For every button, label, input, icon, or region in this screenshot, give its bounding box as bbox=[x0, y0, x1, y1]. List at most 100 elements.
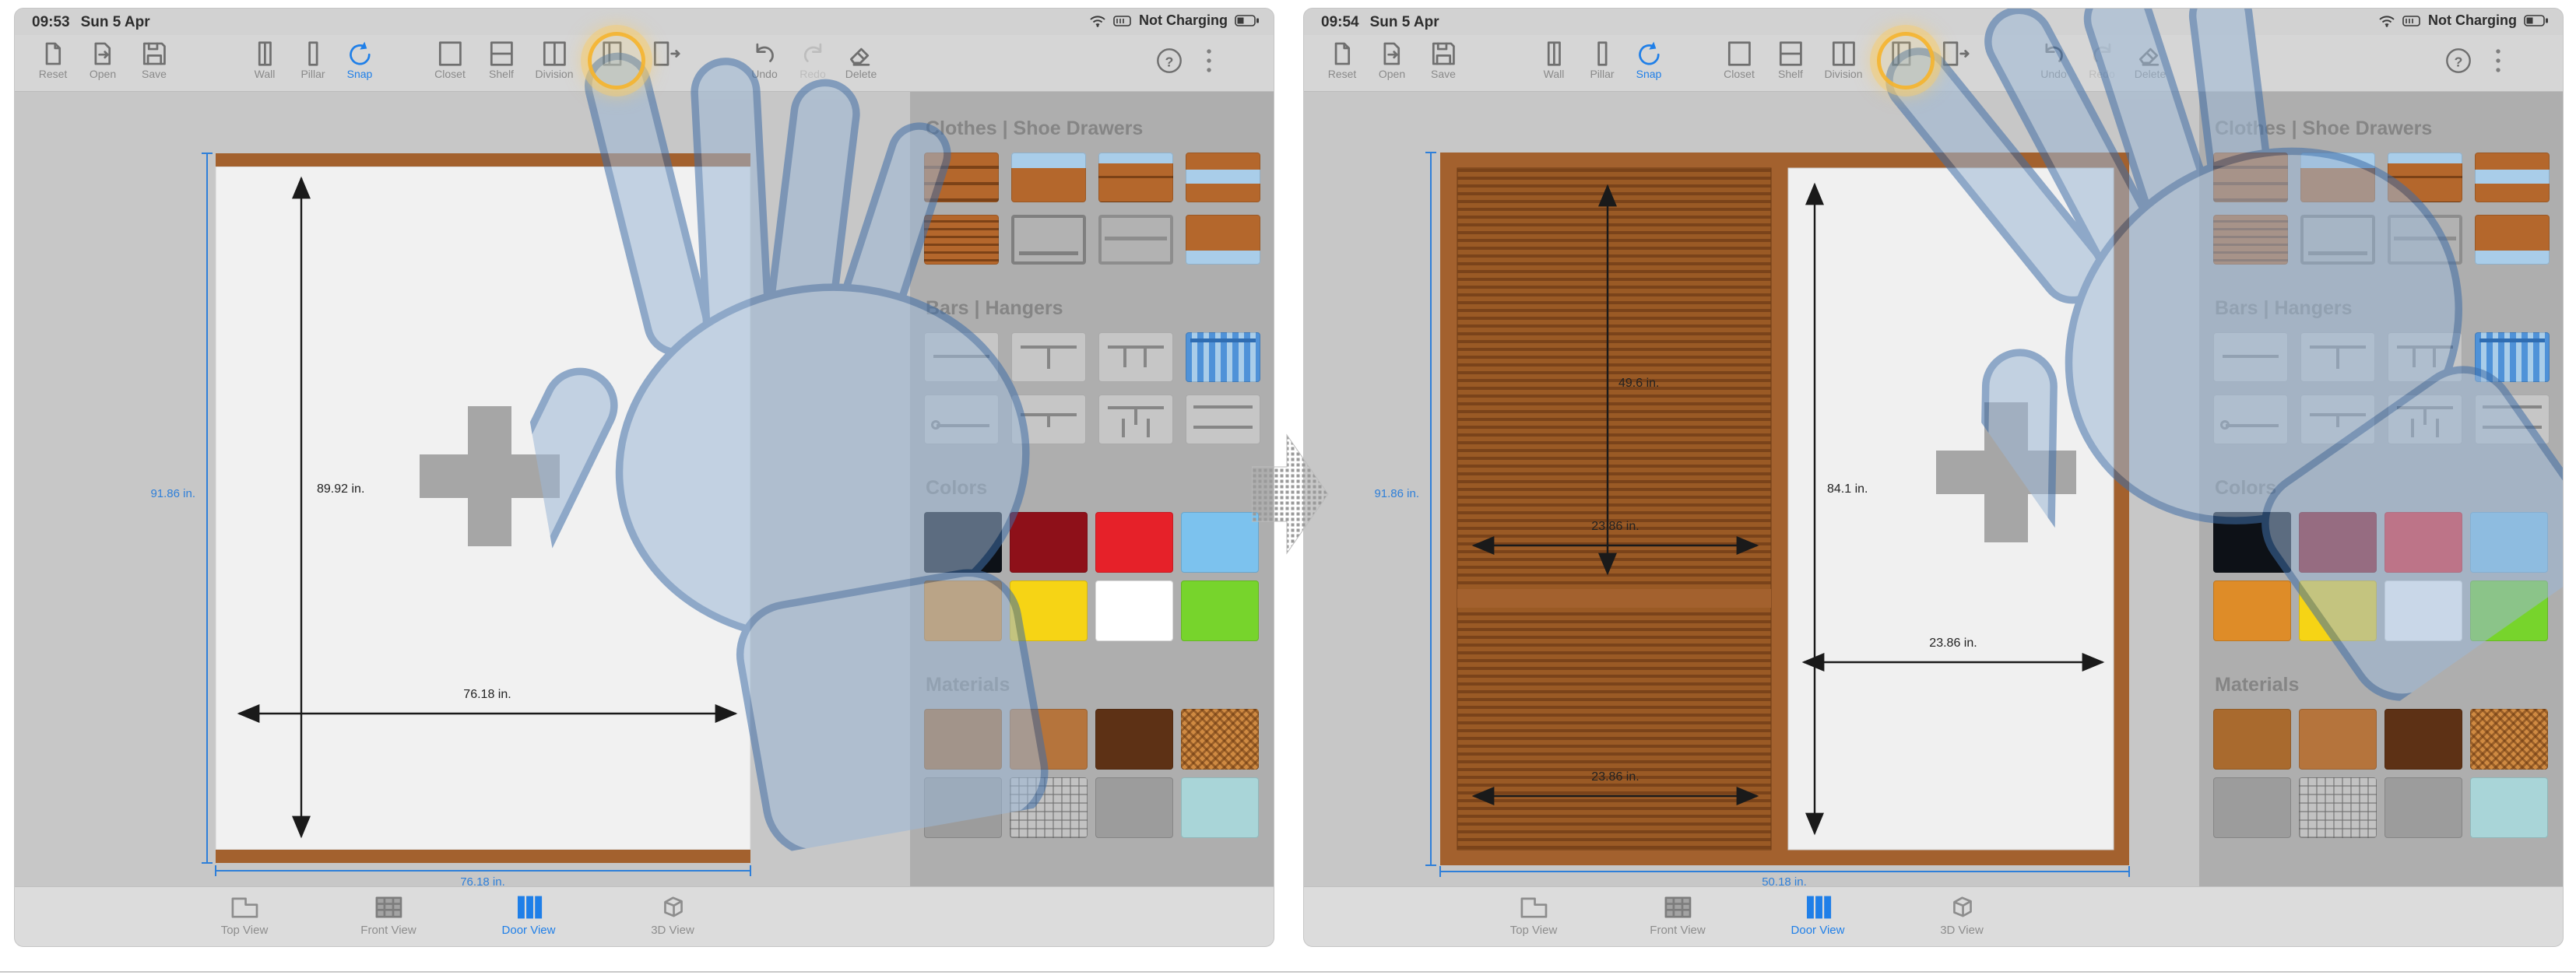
material-wood-medium[interactable] bbox=[2213, 709, 2291, 770]
reset-button[interactable]: Reset bbox=[26, 39, 80, 80]
bar-low[interactable] bbox=[2300, 395, 2375, 444]
rail-blue[interactable] bbox=[1186, 332, 1260, 382]
drawer-blue-bottom[interactable] bbox=[1186, 215, 1260, 265]
snap-button[interactable]: Snap bbox=[332, 39, 387, 80]
material-wood-dark[interactable] bbox=[1095, 709, 1173, 770]
rail-double[interactable] bbox=[2475, 395, 2550, 444]
redo-button[interactable]: Redo bbox=[2075, 39, 2129, 80]
more-button[interactable] bbox=[1193, 46, 1225, 79]
closet-open-section[interactable] bbox=[1788, 168, 2114, 850]
open-button[interactable]: Open bbox=[76, 39, 130, 80]
tab-front-view[interactable]: Front View bbox=[1627, 892, 1728, 937]
division-button[interactable]: Division bbox=[527, 39, 582, 80]
bar-t-support[interactable] bbox=[1011, 332, 1086, 382]
bar-t-support[interactable] bbox=[2300, 332, 2375, 382]
shelf-frame[interactable] bbox=[1098, 215, 1173, 265]
closet-button[interactable]: Closet bbox=[423, 39, 477, 80]
rail-double[interactable] bbox=[1186, 395, 1260, 444]
drawer-blue-top[interactable] bbox=[1011, 153, 1086, 202]
material-wood-weave[interactable] bbox=[1181, 709, 1259, 770]
drawer-blue-middle[interactable] bbox=[2475, 153, 2550, 202]
material-wood-light[interactable] bbox=[1010, 709, 1088, 770]
delete-button[interactable]: Delete bbox=[2123, 39, 2177, 80]
material-gray-grid[interactable] bbox=[2299, 777, 2377, 838]
closet-button[interactable]: Closet bbox=[1712, 39, 1766, 80]
drawer-blue-top-striped[interactable] bbox=[1098, 153, 1173, 202]
bar-double-support[interactable] bbox=[1098, 332, 1173, 382]
color-black[interactable] bbox=[924, 512, 1002, 573]
delete-button[interactable]: Delete bbox=[834, 39, 888, 80]
color-white[interactable] bbox=[1095, 580, 1173, 641]
bar-single[interactable] bbox=[924, 332, 999, 382]
save-button[interactable]: Save bbox=[127, 39, 181, 80]
bar-hook[interactable] bbox=[2213, 395, 2288, 444]
basket-frame[interactable] bbox=[2300, 215, 2375, 265]
material-gray-plain[interactable] bbox=[1095, 777, 1173, 838]
color-green[interactable] bbox=[2470, 580, 2548, 641]
material-aqua[interactable] bbox=[1181, 777, 1259, 838]
help-button[interactable]: ? bbox=[1142, 44, 1197, 77]
tab-3d-view[interactable]: 3D View bbox=[1911, 892, 2012, 937]
material-gray-grid[interactable] bbox=[1010, 777, 1088, 838]
door-swing-button[interactable] bbox=[638, 39, 692, 80]
tab-top-view[interactable]: Top View bbox=[194, 892, 295, 937]
drawer-striped[interactable] bbox=[2213, 153, 2288, 202]
drawer-slatted[interactable] bbox=[2213, 215, 2288, 265]
bar-hanger[interactable] bbox=[2388, 395, 2462, 444]
bar-single[interactable] bbox=[2213, 332, 2288, 382]
material-wood-medium[interactable] bbox=[924, 709, 1002, 770]
color-red[interactable] bbox=[1095, 512, 1173, 573]
more-button[interactable] bbox=[2483, 46, 2514, 79]
tab-3d-view[interactable]: 3D View bbox=[622, 892, 723, 937]
drawer-blue-bottom[interactable] bbox=[2475, 215, 2550, 265]
wall-button[interactable]: Wall bbox=[1527, 39, 1581, 80]
color-orange[interactable] bbox=[2213, 580, 2291, 641]
tab-door-view[interactable]: Door View bbox=[1767, 892, 1868, 937]
color-dark-red[interactable] bbox=[1010, 512, 1088, 573]
color-yellow[interactable] bbox=[2299, 580, 2377, 641]
color-red[interactable] bbox=[2384, 512, 2462, 573]
bar-double-support[interactable] bbox=[2388, 332, 2462, 382]
closet-door-slatted[interactable] bbox=[1457, 168, 1771, 850]
bar-hook[interactable] bbox=[924, 395, 999, 444]
tab-top-view[interactable]: Top View bbox=[1483, 892, 1584, 937]
color-orange[interactable] bbox=[924, 580, 1002, 641]
tab-front-view[interactable]: Front View bbox=[338, 892, 439, 937]
material-wood-light[interactable] bbox=[2299, 709, 2377, 770]
undo-button[interactable]: Undo bbox=[2026, 39, 2081, 80]
material-aqua[interactable] bbox=[2470, 777, 2548, 838]
material-gray[interactable] bbox=[2213, 777, 2291, 838]
material-gray-plain[interactable] bbox=[2384, 777, 2462, 838]
color-light-blue[interactable] bbox=[2470, 512, 2548, 573]
snap-button[interactable]: Snap bbox=[1622, 39, 1676, 80]
tab-door-view[interactable]: Door View bbox=[478, 892, 579, 937]
shelf-button[interactable]: Shelf bbox=[474, 39, 529, 80]
color-black[interactable] bbox=[2213, 512, 2291, 573]
drawer-slatted[interactable] bbox=[924, 215, 999, 265]
color-white[interactable] bbox=[2384, 580, 2462, 641]
material-wood-weave[interactable] bbox=[2470, 709, 2548, 770]
drawer-blue-top[interactable] bbox=[2300, 153, 2375, 202]
rail-blue[interactable] bbox=[2475, 332, 2550, 382]
redo-button[interactable]: Redo bbox=[785, 39, 840, 80]
help-button[interactable]: ? bbox=[2431, 44, 2486, 77]
bar-hanger[interactable] bbox=[1098, 395, 1173, 444]
open-button[interactable]: Open bbox=[1365, 39, 1419, 80]
shelf-button[interactable]: Shelf bbox=[1763, 39, 1818, 80]
door-swing-button[interactable] bbox=[1927, 39, 1981, 80]
color-yellow[interactable] bbox=[1010, 580, 1088, 641]
color-dark-red[interactable] bbox=[2299, 512, 2377, 573]
shelf-frame[interactable] bbox=[2388, 215, 2462, 265]
wall-button[interactable]: Wall bbox=[237, 39, 292, 80]
drawer-blue-top-striped[interactable] bbox=[2388, 153, 2462, 202]
material-gray[interactable] bbox=[924, 777, 1002, 838]
save-button[interactable]: Save bbox=[1416, 39, 1471, 80]
division-button[interactable]: Division bbox=[1816, 39, 1871, 80]
basket-frame[interactable] bbox=[1011, 215, 1086, 265]
material-wood-dark[interactable] bbox=[2384, 709, 2462, 770]
reset-button[interactable]: Reset bbox=[1315, 39, 1369, 80]
color-light-blue[interactable] bbox=[1181, 512, 1259, 573]
undo-button[interactable]: Undo bbox=[737, 39, 792, 80]
color-green[interactable] bbox=[1181, 580, 1259, 641]
drawer-striped[interactable] bbox=[924, 153, 999, 202]
